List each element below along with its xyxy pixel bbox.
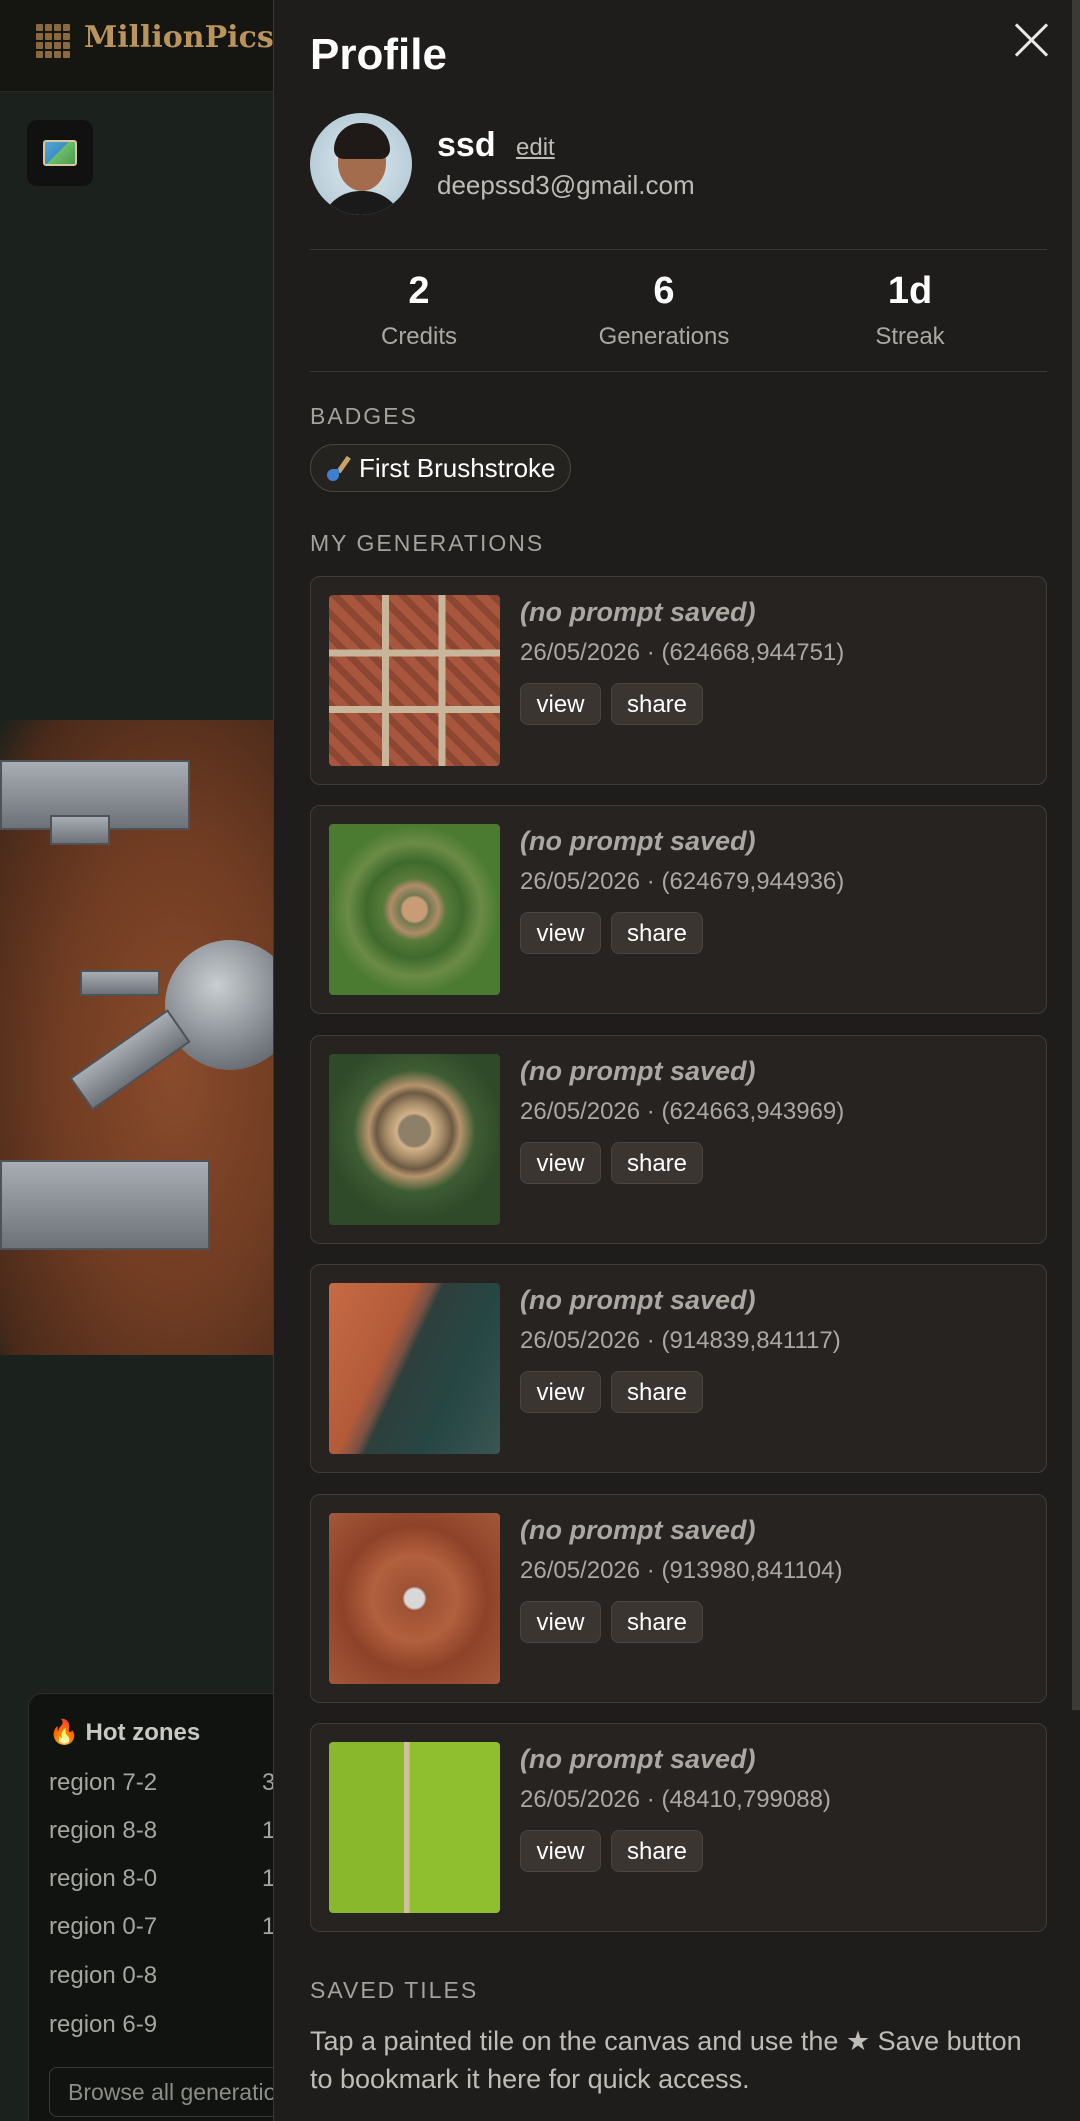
generation-meta: 26/05/2026 · (624663,943969) [520, 1098, 845, 1125]
hot-zone-row[interactable]: region 8-8 1 [49, 1817, 275, 1845]
generation-thumbnail[interactable] [329, 595, 500, 766]
badge-label: First Brushstroke [359, 452, 556, 483]
generation-thumbnail[interactable] [329, 1283, 500, 1454]
view-button[interactable]: view [520, 1601, 601, 1643]
stat-streak: 1d Streak [810, 270, 1010, 351]
map-button[interactable] [27, 120, 93, 186]
share-button[interactable]: share [611, 683, 703, 725]
stat-label: Generations [598, 323, 730, 350]
view-button[interactable]: view [520, 912, 601, 954]
my-generations-heading: MY GENERATIONS [310, 530, 545, 556]
hot-zone-label: region 8-0 [49, 1865, 158, 1892]
view-button[interactable]: view [520, 683, 601, 725]
username: ssd [437, 126, 496, 164]
generation-prompt: (no prompt saved) [520, 1056, 756, 1086]
stat-generations: 6 Generations [564, 270, 764, 351]
hot-zone-label: region 0-7 [49, 1913, 158, 1940]
generation-card: (no prompt saved) 26/05/2026 · (914839,8… [310, 1264, 1047, 1473]
share-button[interactable]: share [611, 1142, 703, 1184]
hot-zone-label: region 8-8 [49, 1817, 158, 1844]
stat-label: Credits [380, 323, 458, 350]
hot-zone-label: region 6-9 [49, 2011, 158, 2038]
divider [310, 371, 1047, 372]
share-button[interactable]: share [611, 912, 703, 954]
generation-meta: 26/05/2026 · (624679,944936) [520, 868, 845, 895]
hot-zone-row[interactable]: region 8-0 1 [49, 1865, 275, 1893]
app-logo-text[interactable]: MillionPicsC [84, 20, 298, 55]
badge-first-brushstroke: First Brushstroke [310, 444, 571, 492]
logo-grid-icon [36, 24, 70, 58]
generation-card: (no prompt saved) 26/05/2026 · (624679,9… [310, 805, 1047, 1014]
hot-zone-label: region 7-2 [49, 1769, 158, 1796]
view-button[interactable]: view [520, 1830, 601, 1872]
generation-thumbnail[interactable] [329, 824, 500, 995]
generation-card: (no prompt saved) 26/05/2026 · (913980,8… [310, 1494, 1047, 1703]
page-title: Profile [310, 30, 447, 79]
map-icon [43, 140, 77, 166]
hot-zone-row[interactable]: region 6-9 [49, 2011, 157, 2039]
generation-prompt: (no prompt saved) [520, 1744, 756, 1774]
stat-credits: 2 Credits [319, 270, 519, 351]
hot-zone-row[interactable]: region 7-2 3 [49, 1769, 275, 1797]
generation-meta: 26/05/2026 · (914839,841117) [520, 1327, 841, 1354]
user-email: deepssd3@gmail.com [437, 170, 695, 200]
generation-prompt: (no prompt saved) [520, 1285, 756, 1315]
share-button[interactable]: share [611, 1601, 703, 1643]
canvas-tile-mars-base[interactable] [0, 720, 295, 1355]
hot-zone-row[interactable]: region 0-8 [49, 1962, 157, 1990]
saved-tiles-heading: SAVED TILES [310, 1977, 479, 2003]
generation-prompt: (no prompt saved) [520, 1515, 756, 1545]
hot-zones-title: 🔥 Hot zones [49, 1719, 201, 1746]
avatar [310, 113, 412, 215]
stat-value: 2 [408, 270, 430, 312]
generation-prompt: (no prompt saved) [520, 597, 756, 627]
profile-panel: Profile ssd edit deepssd3@gmail.com 2 Cr… [273, 0, 1080, 2121]
generation-card: (no prompt saved) 26/05/2026 · (624668,9… [310, 576, 1047, 785]
hot-zone-label: region 0-8 [49, 1962, 158, 1989]
share-button[interactable]: share [611, 1830, 703, 1872]
generation-meta: 26/05/2026 · (48410,799088) [520, 1786, 831, 1813]
close-icon[interactable] [1014, 22, 1050, 58]
divider [310, 249, 1047, 250]
hot-zone-row[interactable]: region 0-7 1 [49, 1913, 275, 1941]
view-button[interactable]: view [520, 1371, 601, 1413]
scrollbar-thumb[interactable] [1072, 0, 1080, 1710]
generation-thumbnail[interactable] [329, 1054, 500, 1225]
generation-card: (no prompt saved) 26/05/2026 · (624663,9… [310, 1035, 1047, 1244]
generation-meta: 26/05/2026 · (624668,944751) [520, 639, 845, 666]
generation-card: (no prompt saved) 26/05/2026 · (48410,79… [310, 1723, 1047, 1932]
generation-prompt: (no prompt saved) [520, 826, 756, 856]
stat-value: 1d [887, 270, 933, 312]
generation-thumbnail[interactable] [329, 1742, 500, 1913]
stat-label: Streak [875, 323, 945, 350]
view-button[interactable]: view [520, 1142, 601, 1184]
paintbrush-icon [323, 454, 351, 482]
edit-profile-link[interactable]: edit [516, 134, 555, 162]
badges-heading: BADGES [310, 403, 418, 429]
generation-meta: 26/05/2026 · (913980,841104) [520, 1557, 843, 1584]
share-button[interactable]: share [611, 1371, 703, 1413]
generation-thumbnail[interactable] [329, 1513, 500, 1684]
saved-tiles-hint: Tap a painted tile on the canvas and use… [310, 2026, 1022, 2094]
stat-value: 6 [653, 270, 675, 312]
